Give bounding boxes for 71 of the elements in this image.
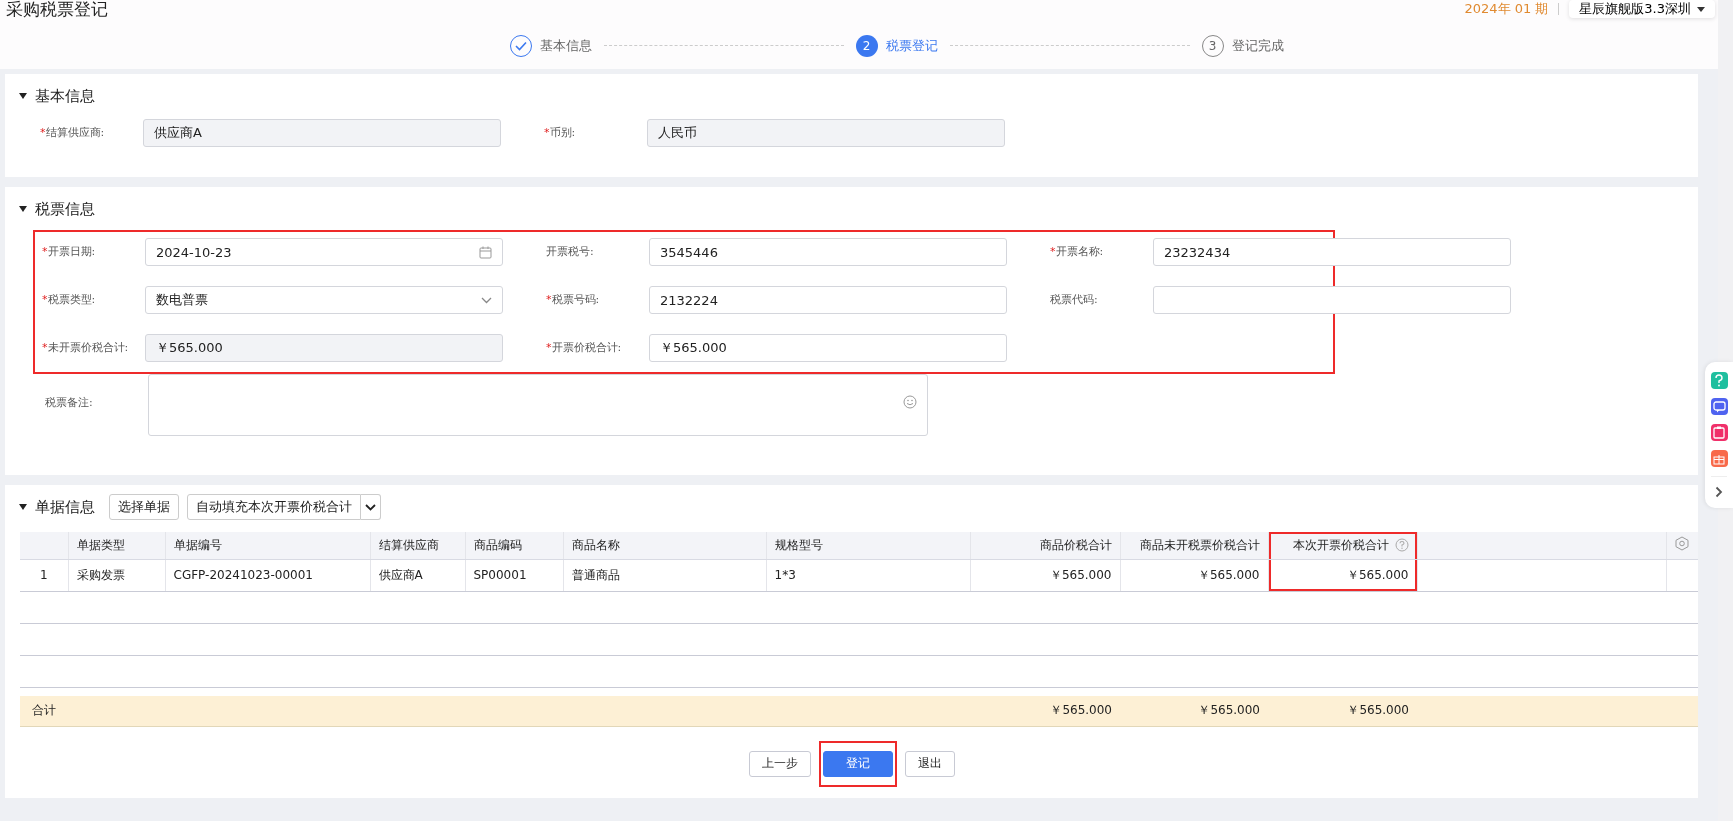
chevron-down-icon: [481, 296, 492, 304]
step-label: 基本信息: [539, 36, 592, 55]
column-header: 商品编码: [465, 532, 563, 559]
chat-icon[interactable]: [1710, 398, 1728, 415]
table-cell: ￥565.000: [1120, 559, 1268, 591]
collapse-icon[interactable]: [19, 206, 27, 212]
field-label: *开票日期:: [42, 245, 97, 259]
total-label: 合计: [31, 702, 57, 719]
step-label: 登记完成: [1231, 36, 1284, 55]
date-field[interactable]: 2024-10-23: [145, 238, 503, 266]
row-number: 1: [20, 559, 68, 591]
calendar-icon: [479, 245, 492, 259]
field-label: *币别:: [544, 126, 577, 140]
column-header: 商品名称: [563, 532, 766, 559]
section-title: 单据信息: [35, 497, 95, 517]
submit-button[interactable]: 登记: [822, 750, 893, 777]
column-header: 商品未开税票价税合计: [1120, 532, 1268, 559]
column-header: 单据类型: [68, 532, 165, 559]
collapse-icon[interactable]: [19, 504, 27, 510]
column-header: 单据编号: [165, 532, 370, 559]
step-number: 2: [855, 34, 878, 57]
table-cell: CGFP-20241023-00001: [165, 559, 370, 591]
total-cell-text: ￥565.000: [1049, 702, 1113, 719]
select-field[interactable]: 数电普票: [145, 286, 503, 314]
table-cell: SP00001: [465, 559, 563, 591]
action-button[interactable]: 退出: [904, 750, 955, 777]
field-label: *开票价税合计:: [546, 341, 623, 355]
table-cell: 供应商A: [370, 559, 465, 591]
page-title: 采购税票登记: [6, 0, 108, 18]
field-label: 开票税号:: [546, 245, 595, 259]
select-documents-button[interactable]: 选择单据: [109, 494, 179, 520]
table-cell: 采购发票: [68, 559, 165, 591]
field-label: *未开票价税合计:: [42, 341, 130, 355]
input-field[interactable]: ￥565.000: [649, 334, 1007, 362]
action-button[interactable]: 上一步: [748, 750, 811, 777]
column-header: 商品价税合计: [970, 532, 1120, 559]
dropdown-button[interactable]: [361, 494, 381, 520]
autofill-button[interactable]: 自动填充本次开票价税合计: [187, 494, 361, 520]
collapse-icon[interactable]: [19, 93, 27, 99]
field-label: *税票类型:: [42, 293, 97, 307]
table-cell: ￥565.000: [970, 559, 1120, 591]
input-field[interactable]: [1153, 286, 1511, 314]
table-cell: 1*3: [766, 559, 970, 591]
field-label: *税票号码:: [546, 293, 601, 307]
field-label: *结算供应商:: [40, 126, 106, 140]
column-header: 本次开票价税合计: [1268, 532, 1417, 559]
table-cell: ￥565.000: [1268, 559, 1417, 591]
field-label: 税票备注:: [45, 395, 94, 410]
step-label: 税票登记: [885, 36, 938, 55]
total-cell-text: ￥565.000: [1346, 702, 1410, 719]
emoji-icon: [903, 395, 917, 409]
gift-icon[interactable]: [1710, 450, 1728, 467]
section-title: 基本信息: [35, 86, 95, 106]
chevron-down-icon: [365, 503, 376, 511]
chevron-right-icon[interactable]: [1715, 486, 1723, 498]
column-header: 规格型号: [766, 532, 970, 559]
field-label: 税票代码:: [1050, 293, 1099, 307]
input-field[interactable]: 2132224: [649, 286, 1007, 314]
field-label: *开票名称:: [1050, 245, 1105, 259]
section-title: 税票信息: [35, 199, 95, 219]
input-field[interactable]: 3545446: [649, 238, 1007, 266]
column-header: 结算供应商: [370, 532, 465, 559]
total-cell-text: ￥565.000: [1197, 702, 1261, 719]
clipboard-icon[interactable]: [1710, 424, 1728, 441]
account-dropdown[interactable]: 星辰旗舰版3.3深圳: [1569, 0, 1715, 18]
input-field[interactable]: 供应商A: [143, 119, 501, 147]
input-field[interactable]: 23232434: [1153, 238, 1511, 266]
input-field[interactable]: ￥565.000: [145, 334, 503, 362]
table-cell: 普通商品: [563, 559, 766, 591]
period-label: 2024年 01 期: [1464, 0, 1549, 18]
input-field[interactable]: 人民币: [647, 119, 1005, 147]
